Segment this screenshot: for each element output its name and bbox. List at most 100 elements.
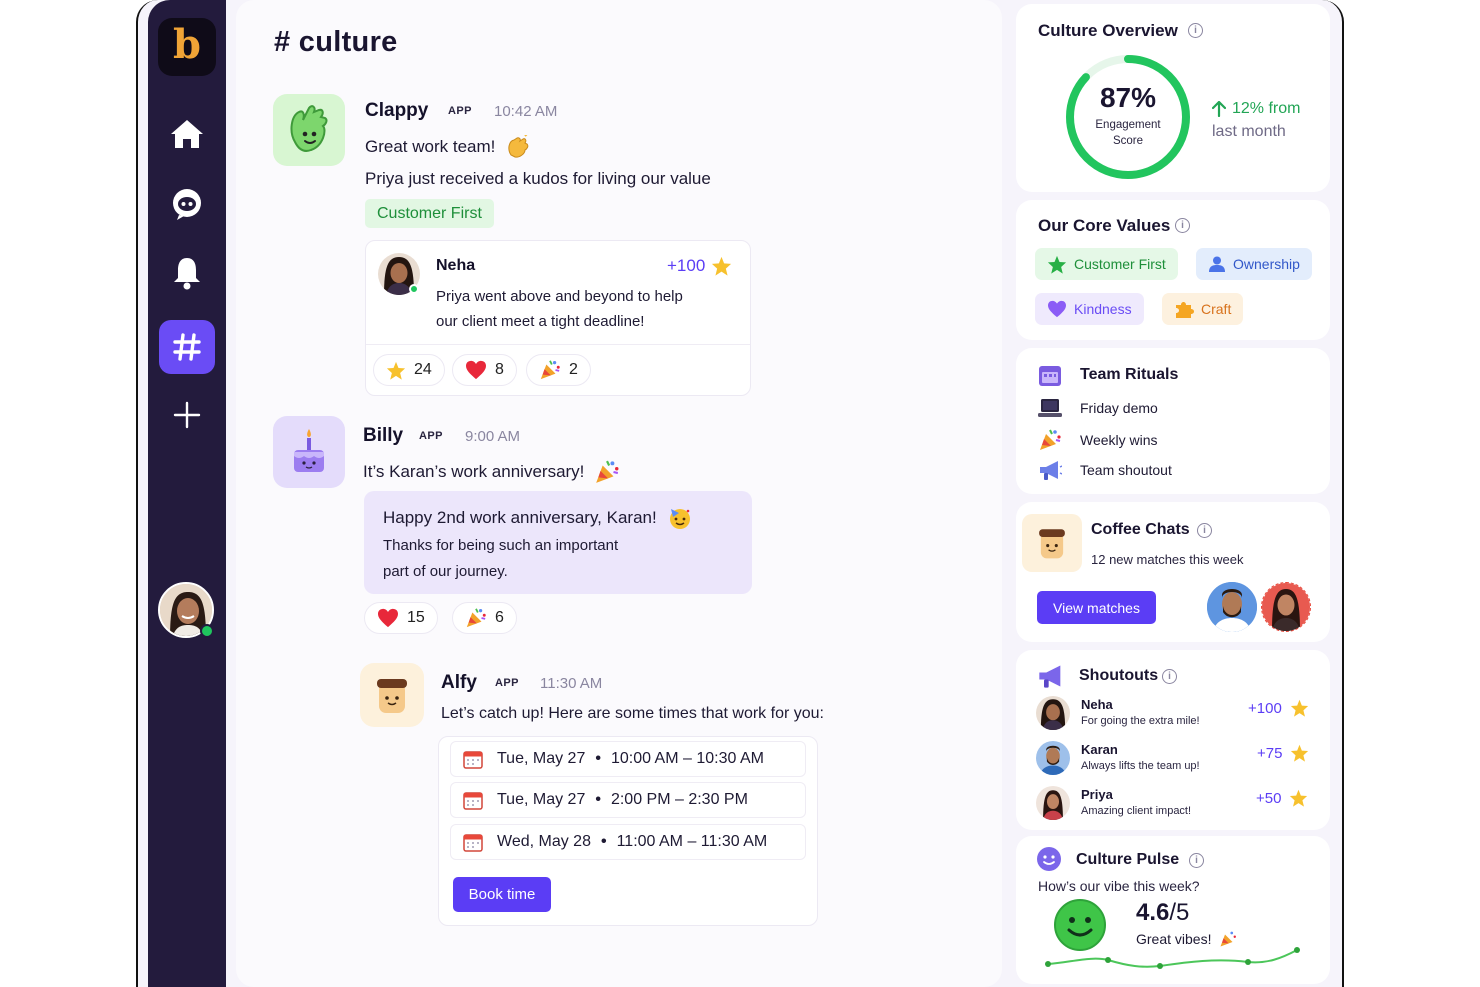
time-slot-option[interactable]: Tue, May 27 • 2:00 PM – 2:30 PM bbox=[450, 782, 806, 818]
info-icon[interactable]: i bbox=[1162, 669, 1177, 684]
core-values-title: Our Core Values bbox=[1038, 216, 1171, 235]
shoutout-avatar-neha[interactable] bbox=[1036, 696, 1070, 730]
view-matches-button[interactable]: View matches bbox=[1037, 591, 1156, 624]
channels-hash-icon[interactable] bbox=[159, 320, 215, 374]
kudos-divider bbox=[366, 344, 750, 345]
app-badge: APP bbox=[419, 430, 443, 442]
message-author[interactable]: Clappy bbox=[365, 100, 428, 122]
app-badge: APP bbox=[448, 105, 472, 117]
clappy-avatar[interactable] bbox=[273, 94, 345, 166]
app-logo[interactable]: b bbox=[158, 18, 216, 76]
arrow-up-icon bbox=[1212, 101, 1226, 117]
anniversary-line3: part of our journey. bbox=[383, 563, 508, 580]
laptop-icon bbox=[1038, 399, 1062, 417]
value-chip-craft[interactable]: Craft bbox=[1162, 293, 1244, 325]
anniversary-headline: Happy 2nd work anniversary, Karan! bbox=[383, 506, 693, 530]
party-popper-icon bbox=[596, 460, 619, 483]
alfy-avatar[interactable] bbox=[360, 663, 424, 727]
kudos-message-line1: Priya went above and beyond to help bbox=[436, 288, 683, 305]
info-icon[interactable]: i bbox=[1189, 853, 1204, 868]
shoutout-avatar-karan[interactable] bbox=[1036, 741, 1070, 775]
party-popper-icon bbox=[466, 608, 486, 628]
match-avatar-2[interactable] bbox=[1261, 582, 1311, 632]
engagement-score-label2: Score bbox=[1112, 135, 1144, 147]
heart-icon bbox=[378, 608, 398, 628]
shoutouts-title: Shoutouts bbox=[1079, 667, 1159, 684]
calendar-icon bbox=[463, 792, 483, 810]
engagement-score-label1: Engagement bbox=[1095, 119, 1161, 131]
app-badge: APP bbox=[495, 677, 519, 689]
heart-icon bbox=[1048, 300, 1066, 318]
message-text: It’s Karan’s work anniversary! bbox=[363, 459, 620, 485]
coffee-chats-title: Coffee Chats bbox=[1091, 521, 1190, 538]
message-timestamp: 10:42 AM bbox=[494, 103, 558, 120]
shoutout-name[interactable]: Neha bbox=[1081, 697, 1113, 712]
book-time-button[interactable]: Book time bbox=[453, 877, 551, 912]
calendar-icon bbox=[463, 751, 483, 769]
ritual-weekly-wins[interactable]: Weekly wins bbox=[1038, 428, 1158, 452]
reaction-star[interactable]: 24 bbox=[373, 354, 445, 386]
bell-icon[interactable] bbox=[159, 246, 215, 300]
value-chip-kindness[interactable]: Kindness bbox=[1035, 293, 1144, 325]
shoutout-points: +75 bbox=[1257, 744, 1309, 762]
party-popper-icon bbox=[1040, 429, 1061, 450]
value-chip-ownership[interactable]: Ownership bbox=[1196, 248, 1312, 280]
shoutout-points: +100 bbox=[1248, 699, 1309, 717]
value-chip-customer-first[interactable]: Customer First bbox=[1035, 248, 1178, 280]
shoutout-desc: Amazing client impact! bbox=[1081, 805, 1192, 817]
reaction-heart[interactable]: 8 bbox=[452, 354, 517, 386]
reaction-party[interactable]: 6 bbox=[452, 602, 517, 634]
calendar-icon bbox=[1039, 366, 1061, 386]
coffee-cup-icon bbox=[1022, 514, 1082, 572]
calendar-icon bbox=[463, 834, 483, 852]
online-status-dot bbox=[200, 624, 214, 638]
time-slot-option[interactable]: Tue, May 27 • 10:00 AM – 10:30 AM bbox=[450, 741, 806, 777]
party-popper-icon bbox=[540, 360, 560, 380]
info-icon[interactable]: i bbox=[1197, 523, 1212, 538]
coffee-chats-subtitle: 12 new matches this week bbox=[1091, 552, 1244, 567]
star-icon bbox=[1047, 255, 1067, 274]
pulse-question: How’s our vibe this week? bbox=[1038, 878, 1200, 894]
shoutout-name[interactable]: Priya bbox=[1081, 787, 1113, 802]
billy-avatar[interactable] bbox=[273, 416, 345, 488]
megaphone-icon bbox=[1039, 665, 1061, 688]
party-face-icon bbox=[669, 509, 690, 529]
message-author[interactable]: Alfy bbox=[441, 672, 477, 694]
heart-icon bbox=[466, 360, 486, 380]
reaction-party[interactable]: 2 bbox=[526, 354, 591, 386]
reaction-heart[interactable]: 15 bbox=[364, 602, 438, 634]
info-icon[interactable]: i bbox=[1188, 23, 1203, 38]
person-icon bbox=[1209, 256, 1225, 272]
trend-line1: 12% from bbox=[1212, 100, 1300, 118]
puzzle-icon bbox=[1176, 302, 1194, 318]
pulse-sparkline bbox=[1045, 947, 1300, 969]
value-tag-customer-first[interactable]: Customer First bbox=[365, 199, 494, 228]
match-avatar-1[interactable] bbox=[1207, 582, 1257, 632]
shoutout-desc: Always lifts the team up! bbox=[1081, 760, 1200, 772]
message-timestamp: 9:00 AM bbox=[465, 428, 521, 445]
star-icon bbox=[1290, 699, 1308, 717]
star-icon bbox=[1291, 744, 1309, 762]
star-icon bbox=[1290, 789, 1308, 807]
info-icon[interactable]: i bbox=[1175, 218, 1190, 233]
engagement-score-value: 87% bbox=[1099, 82, 1157, 113]
culture-overview-title: Culture Overview bbox=[1038, 21, 1178, 40]
shoutout-avatar-priya[interactable] bbox=[1036, 786, 1070, 820]
plus-icon[interactable] bbox=[159, 388, 215, 442]
kudos-giver-name[interactable]: Neha bbox=[436, 257, 475, 275]
ritual-friday-demo[interactable]: Friday demo bbox=[1038, 398, 1158, 418]
bot-icon[interactable] bbox=[159, 177, 215, 231]
star-icon bbox=[712, 256, 732, 276]
home-icon[interactable] bbox=[159, 107, 215, 161]
ritual-team-shoutout[interactable]: Team shoutout bbox=[1038, 459, 1172, 481]
clapping-hands-icon bbox=[508, 135, 529, 158]
shoutout-name[interactable]: Karan bbox=[1081, 742, 1118, 757]
channel-title: # culture bbox=[274, 26, 398, 58]
trend-line2: last month bbox=[1212, 123, 1286, 140]
culture-pulse-title: Culture Pulse bbox=[1076, 851, 1180, 868]
kudos-message-line2: our client meet a tight deadline! bbox=[436, 313, 645, 330]
star-icon bbox=[386, 361, 406, 380]
kudos-points: +100 bbox=[667, 256, 732, 276]
time-slot-option[interactable]: Wed, May 28 • 11:00 AM – 11:30 AM bbox=[450, 824, 806, 860]
message-author[interactable]: Billy bbox=[363, 425, 403, 447]
